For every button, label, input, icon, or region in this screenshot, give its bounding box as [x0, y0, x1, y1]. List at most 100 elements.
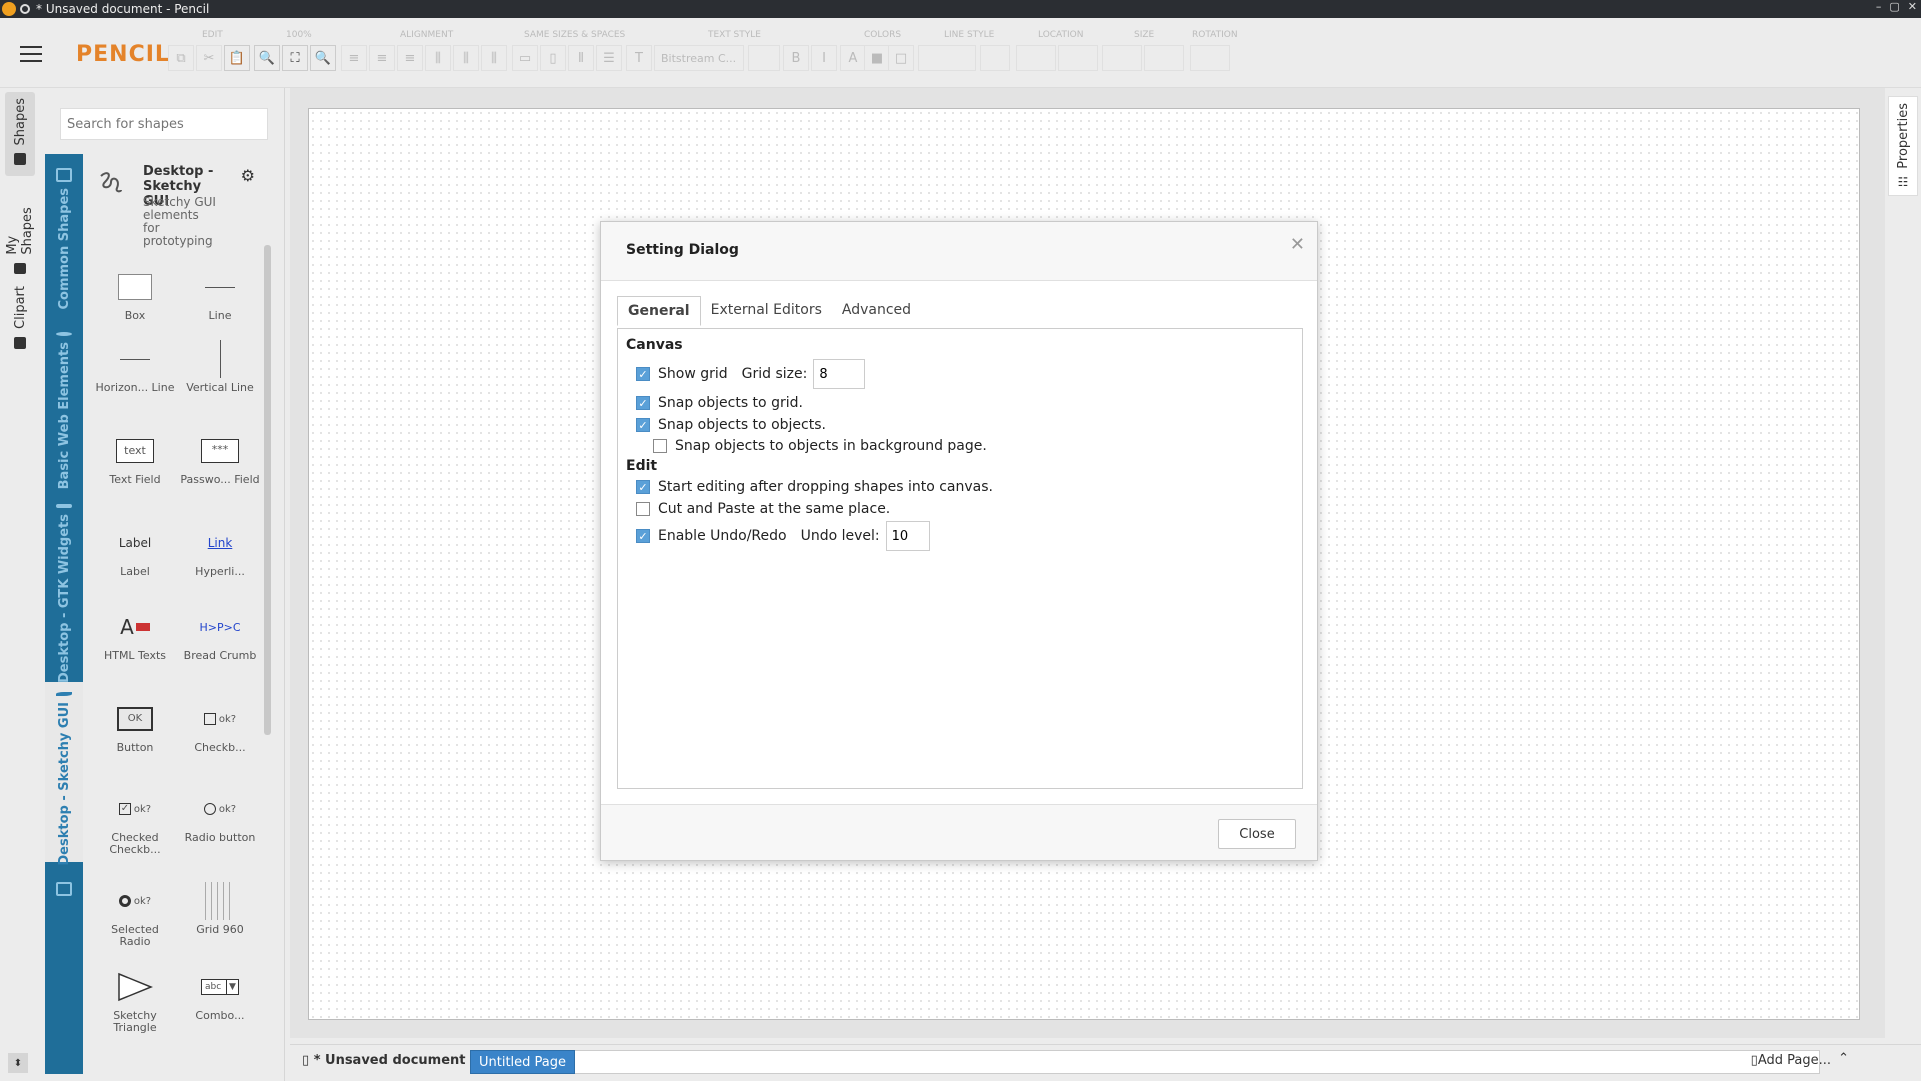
window-titlebar: * Unsaved document - Pencil – ▢ ✕ — [0, 0, 1921, 18]
shape-horizontal-line[interactable]: Horizon... Line — [95, 336, 175, 394]
align-left-button[interactable]: ≡ — [341, 45, 367, 71]
snap-grid-label: Snap objects to grid. — [658, 395, 803, 411]
align-top-button[interactable]: ⫼ — [425, 45, 451, 71]
zoom-fit-button[interactable]: ⛶ — [282, 45, 308, 71]
collection-common-shapes[interactable]: Common Shapes — [45, 158, 83, 316]
snap-grid-checkbox[interactable]: ✓ — [636, 396, 650, 410]
tab-clipart[interactable]: Clipart — [5, 280, 35, 352]
shape-name: Horizon... Line — [95, 381, 175, 394]
scrollbar-thumb[interactable] — [264, 245, 271, 735]
tab-properties-label: Properties — [1895, 103, 1911, 169]
close-button[interactable]: Close — [1218, 819, 1296, 849]
collection-more[interactable] — [45, 872, 83, 902]
location-x-field[interactable] — [1016, 45, 1056, 71]
same-width-button[interactable]: ▭ — [512, 45, 538, 71]
line-width-field[interactable] — [980, 45, 1010, 71]
minimize-button[interactable]: – — [1876, 0, 1882, 13]
tab-external-editors[interactable]: External Editors — [701, 296, 832, 326]
align-middle-button[interactable]: ⫼ — [453, 45, 479, 71]
shape-html-texts[interactable]: A HTML Texts — [95, 604, 175, 662]
location-y-field[interactable] — [1058, 45, 1098, 71]
align-right-button[interactable]: ≡ — [397, 45, 423, 71]
gear-icon[interactable]: ⚙ — [241, 166, 255, 185]
maximize-button[interactable]: ▢ — [1889, 0, 1899, 13]
snap-background-checkbox[interactable] — [653, 439, 667, 453]
shape-selected-radio[interactable]: ok? Selected Radio — [95, 878, 175, 948]
shape-password-field[interactable]: *** Passwo... Field — [180, 428, 260, 486]
undo-level-input[interactable] — [885, 521, 930, 551]
tab-properties[interactable]: Properties ☷ — [1888, 96, 1918, 196]
sliders-icon: ☷ — [1897, 174, 1909, 189]
font-size-field[interactable] — [748, 45, 780, 71]
menu-icon[interactable] — [20, 46, 42, 62]
cut-button[interactable]: ✂ — [196, 45, 222, 71]
tab-general[interactable]: General — [617, 296, 701, 326]
shape-thumb-text: OK — [117, 707, 153, 731]
tab-advanced[interactable]: Advanced — [832, 296, 921, 326]
undo-checkbox[interactable]: ✓ — [636, 529, 650, 543]
shape-combobox[interactable]: abc ▼ Combo... — [180, 964, 260, 1022]
shape-collection-panel: Desktop - Sketchy GUI Sketchy GUI elemen… — [85, 154, 275, 1074]
page-tab-untitled[interactable]: Untitled Page — [470, 1050, 576, 1074]
my-shapes-icon — [14, 262, 26, 274]
bold-button[interactable]: B — [783, 45, 809, 71]
pin-icon[interactable] — [20, 4, 30, 14]
line-style-select[interactable] — [918, 45, 976, 71]
collection-sketchy-gui[interactable]: Desktop - Sketchy GUI — [45, 682, 83, 866]
snap-objects-label: Snap objects to objects. — [658, 417, 826, 433]
space-h-button[interactable]: ⫴ — [568, 45, 594, 71]
shape-vertical-line[interactable]: Vertical Line — [180, 336, 260, 394]
stroke-color-button[interactable]: □ — [888, 45, 914, 71]
shape-radio-button[interactable]: ok? Radio button — [180, 786, 260, 844]
shape-checked-checkbox[interactable]: ✓ ok? Checked Checkb... — [95, 786, 175, 856]
pin-panel-icon[interactable]: ⬍ — [8, 1053, 28, 1073]
rotation-field[interactable] — [1190, 45, 1230, 71]
shape-text-field[interactable]: text Text Field — [95, 428, 175, 486]
align-bottom-button[interactable]: ⫼ — [481, 45, 507, 71]
sidebar-scrollbar[interactable] — [263, 225, 271, 1065]
chevron-up-icon[interactable]: ⌃ — [1838, 1051, 1849, 1066]
shape-box[interactable]: Box — [95, 264, 175, 322]
shape-sketchy-triangle[interactable]: Sketchy Triangle — [95, 964, 175, 1034]
close-window-button[interactable]: ✕ — [1908, 0, 1917, 13]
size-w-field[interactable] — [1102, 45, 1142, 71]
search-shapes-input[interactable] — [60, 108, 268, 140]
tab-shapes[interactable]: Shapes — [5, 92, 35, 176]
text-color-button[interactable]: A — [840, 45, 866, 71]
show-grid-label: Show grid — [658, 366, 728, 382]
fill-color-button[interactable]: ■ — [864, 45, 890, 71]
undo-row: ✓ Enable Undo/Redo Undo level: — [636, 521, 930, 551]
shape-label[interactable]: Label Label — [95, 520, 175, 578]
space-v-button[interactable]: ☰ — [596, 45, 622, 71]
grid-size-input[interactable] — [813, 359, 866, 389]
cut-paste-checkbox[interactable] — [636, 502, 650, 516]
italic-button[interactable]: I — [811, 45, 837, 71]
align-center-button[interactable]: ≡ — [369, 45, 395, 71]
shape-button[interactable]: OK Button — [95, 696, 175, 754]
collection-gtk-widgets[interactable]: Desktop - GTK Widgets — [45, 494, 83, 683]
shape-line[interactable]: Line — [180, 264, 260, 322]
shape-breadcrumb[interactable]: H>P>C Bread Crumb — [180, 604, 260, 662]
collection-basic-web[interactable]: Basic Web Elements — [45, 322, 83, 489]
shape-name: Bread Crumb — [183, 649, 257, 662]
same-height-button[interactable]: ▯ — [540, 45, 566, 71]
size-h-field[interactable] — [1144, 45, 1184, 71]
text-tool-button[interactable]: T — [626, 45, 652, 71]
snap-objects-checkbox[interactable]: ✓ — [636, 418, 650, 432]
shape-hyperlink[interactable]: Link Hyperli... — [180, 520, 260, 578]
zoom-in-button[interactable]: 🔍 — [310, 45, 336, 71]
add-page-button[interactable]: ▯Add Page... — [1751, 1053, 1831, 1068]
shape-checkbox[interactable]: ok? Checkb... — [180, 696, 260, 754]
paste-button[interactable]: 📋 — [224, 45, 250, 71]
shape-grid-960[interactable]: Grid 960 — [180, 878, 260, 936]
font-family-select[interactable]: Bitstream C... — [654, 45, 744, 71]
close-icon[interactable]: ✕ — [1290, 234, 1305, 255]
show-grid-checkbox[interactable]: ✓ — [636, 367, 650, 381]
dialog-tabs: General External Editors Advanced — [617, 296, 921, 326]
zoom-out-button[interactable]: 🔍 — [254, 45, 280, 71]
tab-my-shapes[interactable]: My Shapes — [5, 182, 35, 274]
start-editing-checkbox[interactable]: ✓ — [636, 480, 650, 494]
shape-thumb-text: ok? — [133, 803, 152, 815]
copy-button[interactable]: ⧉ — [168, 45, 194, 71]
grid-icon — [56, 504, 72, 508]
